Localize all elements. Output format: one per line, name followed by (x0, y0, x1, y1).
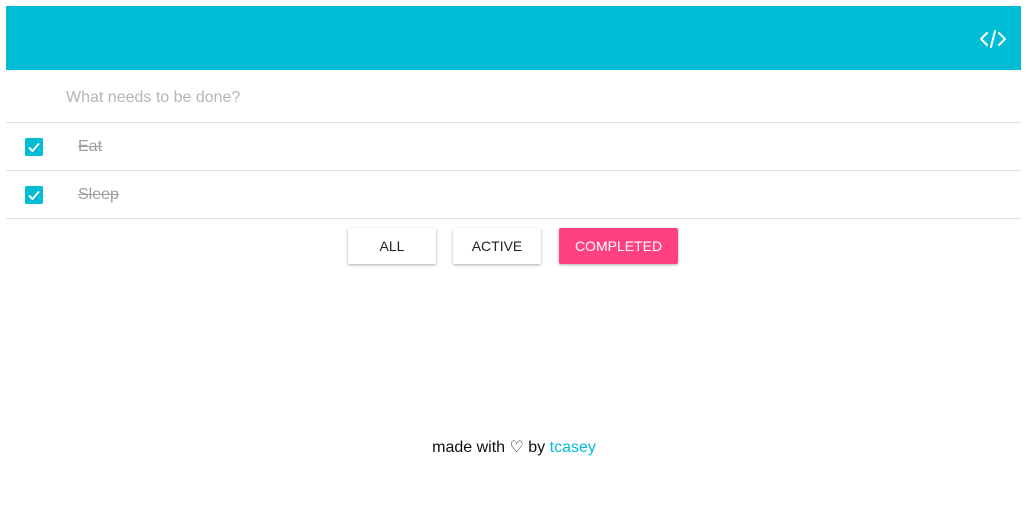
footer: made with ♡ by tcasey (0, 437, 1028, 457)
todo-label[interactable]: Eat (78, 138, 102, 156)
todo-item: Sleep (6, 171, 1021, 219)
new-todo-row (6, 70, 1021, 123)
todo-app: Eat Sleep ALL ACTIVE COMPLETED (6, 6, 1021, 264)
todo-item: Eat (6, 123, 1021, 171)
new-todo-input[interactable] (66, 84, 966, 112)
code-icon[interactable] (979, 28, 1007, 50)
checkmark-icon (28, 142, 40, 153)
author-link[interactable]: tcasey (550, 439, 596, 456)
heart-icon: ♡ (509, 439, 524, 456)
footer-by: by (528, 439, 546, 456)
footer-prefix: made with (432, 439, 506, 456)
todo-checkbox[interactable] (25, 186, 43, 204)
filter-completed-button[interactable]: COMPLETED (559, 228, 678, 264)
todo-label[interactable]: Sleep (78, 186, 119, 204)
todo-checkbox[interactable] (25, 138, 43, 156)
filter-bar: ALL ACTIVE COMPLETED (6, 228, 1021, 264)
checkmark-icon (28, 190, 40, 201)
filter-active-button[interactable]: ACTIVE (453, 228, 541, 264)
app-toolbar (6, 6, 1021, 70)
filter-all-button[interactable]: ALL (348, 228, 436, 264)
